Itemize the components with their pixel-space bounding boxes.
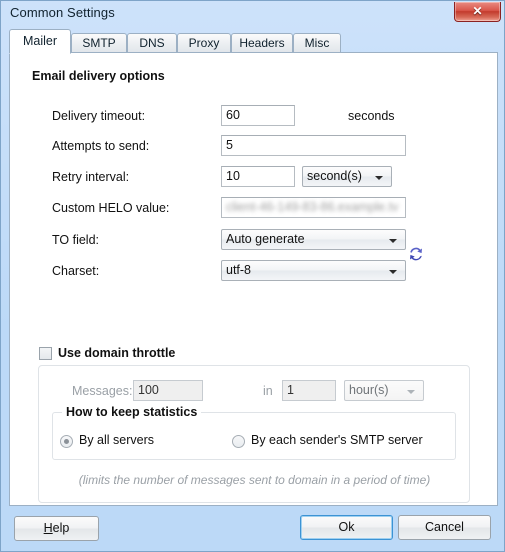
messages-input[interactable]: 100 [133, 380, 203, 401]
attempts-to-send-input[interactable]: 5 [221, 135, 406, 156]
to-field-select[interactable]: Auto generate [221, 229, 406, 250]
messages-label: Messages: [72, 384, 133, 398]
window-title: Common Settings [10, 5, 115, 20]
custom-helo-value: client-46-149-83-86.example.tv [226, 200, 399, 214]
tab-proxy[interactable]: Proxy [177, 33, 231, 53]
to-field-label: TO field: [52, 233, 100, 247]
period-unit-value: hour(s) [349, 383, 389, 397]
close-button[interactable]: ✕ [454, 2, 501, 22]
use-domain-throttle-label: Use domain throttle [58, 346, 176, 360]
statistics-legend: How to keep statistics [62, 405, 202, 419]
help-button[interactable]: Help [14, 516, 99, 541]
checkbox-box [39, 347, 52, 360]
retry-interval-unit-select[interactable]: second(s) [302, 166, 392, 187]
tab-misc[interactable]: Misc [293, 33, 341, 53]
custom-helo-label: Custom HELO value: [52, 201, 170, 215]
in-label: in [263, 384, 273, 398]
mailer-tab-panel: Email delivery options Delivery timeout:… [9, 52, 498, 506]
charset-value: utf-8 [226, 263, 252, 277]
period-value-input[interactable]: 1 [282, 380, 336, 401]
help-button-accel: H [43, 521, 53, 535]
charset-label: Charset: [52, 264, 100, 278]
custom-helo-input[interactable]: client-46-149-83-86.example.tv [221, 197, 406, 218]
retry-interval-unit-value: second(s) [307, 169, 362, 183]
cancel-button[interactable]: Cancel [398, 515, 491, 540]
tab-headers[interactable]: Headers [231, 33, 293, 53]
throttle-hint-text: (limits the number of messages sent to d… [78, 473, 431, 487]
tab-smtp[interactable]: SMTP [71, 33, 127, 53]
ok-button[interactable]: Ok [300, 515, 393, 540]
tab-dns[interactable]: DNS [127, 33, 177, 53]
close-icon: ✕ [472, 4, 483, 18]
delivery-timeout-label: Delivery timeout: [52, 109, 146, 123]
title-bar: Common Settings ✕ [1, 1, 504, 25]
period-unit-select[interactable]: hour(s) [344, 380, 424, 401]
delivery-timeout-unit: seconds [348, 109, 395, 123]
radio-by-all-servers-label: By all servers [79, 433, 155, 447]
chevron-down-icon [389, 270, 397, 274]
common-settings-dialog: Common Settings ✕ Mailer SMTP DNS Proxy … [0, 0, 505, 552]
section-title: Email delivery options [32, 69, 165, 83]
attempts-to-send-label: Attempts to send: [52, 139, 150, 153]
tab-strip: Mailer SMTP DNS Proxy Headers Misc [9, 29, 498, 54]
retry-interval-input[interactable]: 10 [221, 166, 295, 187]
help-button-label: elp [52, 521, 70, 535]
retry-interval-label: Retry interval: [52, 170, 130, 184]
chevron-down-icon [389, 239, 397, 243]
tab-mailer[interactable]: Mailer [9, 29, 71, 54]
radio-by-each-sender-smtp-server-label: By each sender's SMTP server [251, 433, 423, 447]
chevron-down-icon [407, 390, 415, 394]
radio-indicator [60, 435, 73, 448]
delivery-timeout-input[interactable]: 60 [221, 105, 295, 126]
chevron-down-icon [375, 176, 383, 180]
charset-select[interactable]: utf-8 [221, 260, 406, 281]
to-field-value: Auto generate [226, 232, 305, 246]
refresh-icon[interactable] [407, 245, 425, 263]
radio-indicator [232, 435, 245, 448]
